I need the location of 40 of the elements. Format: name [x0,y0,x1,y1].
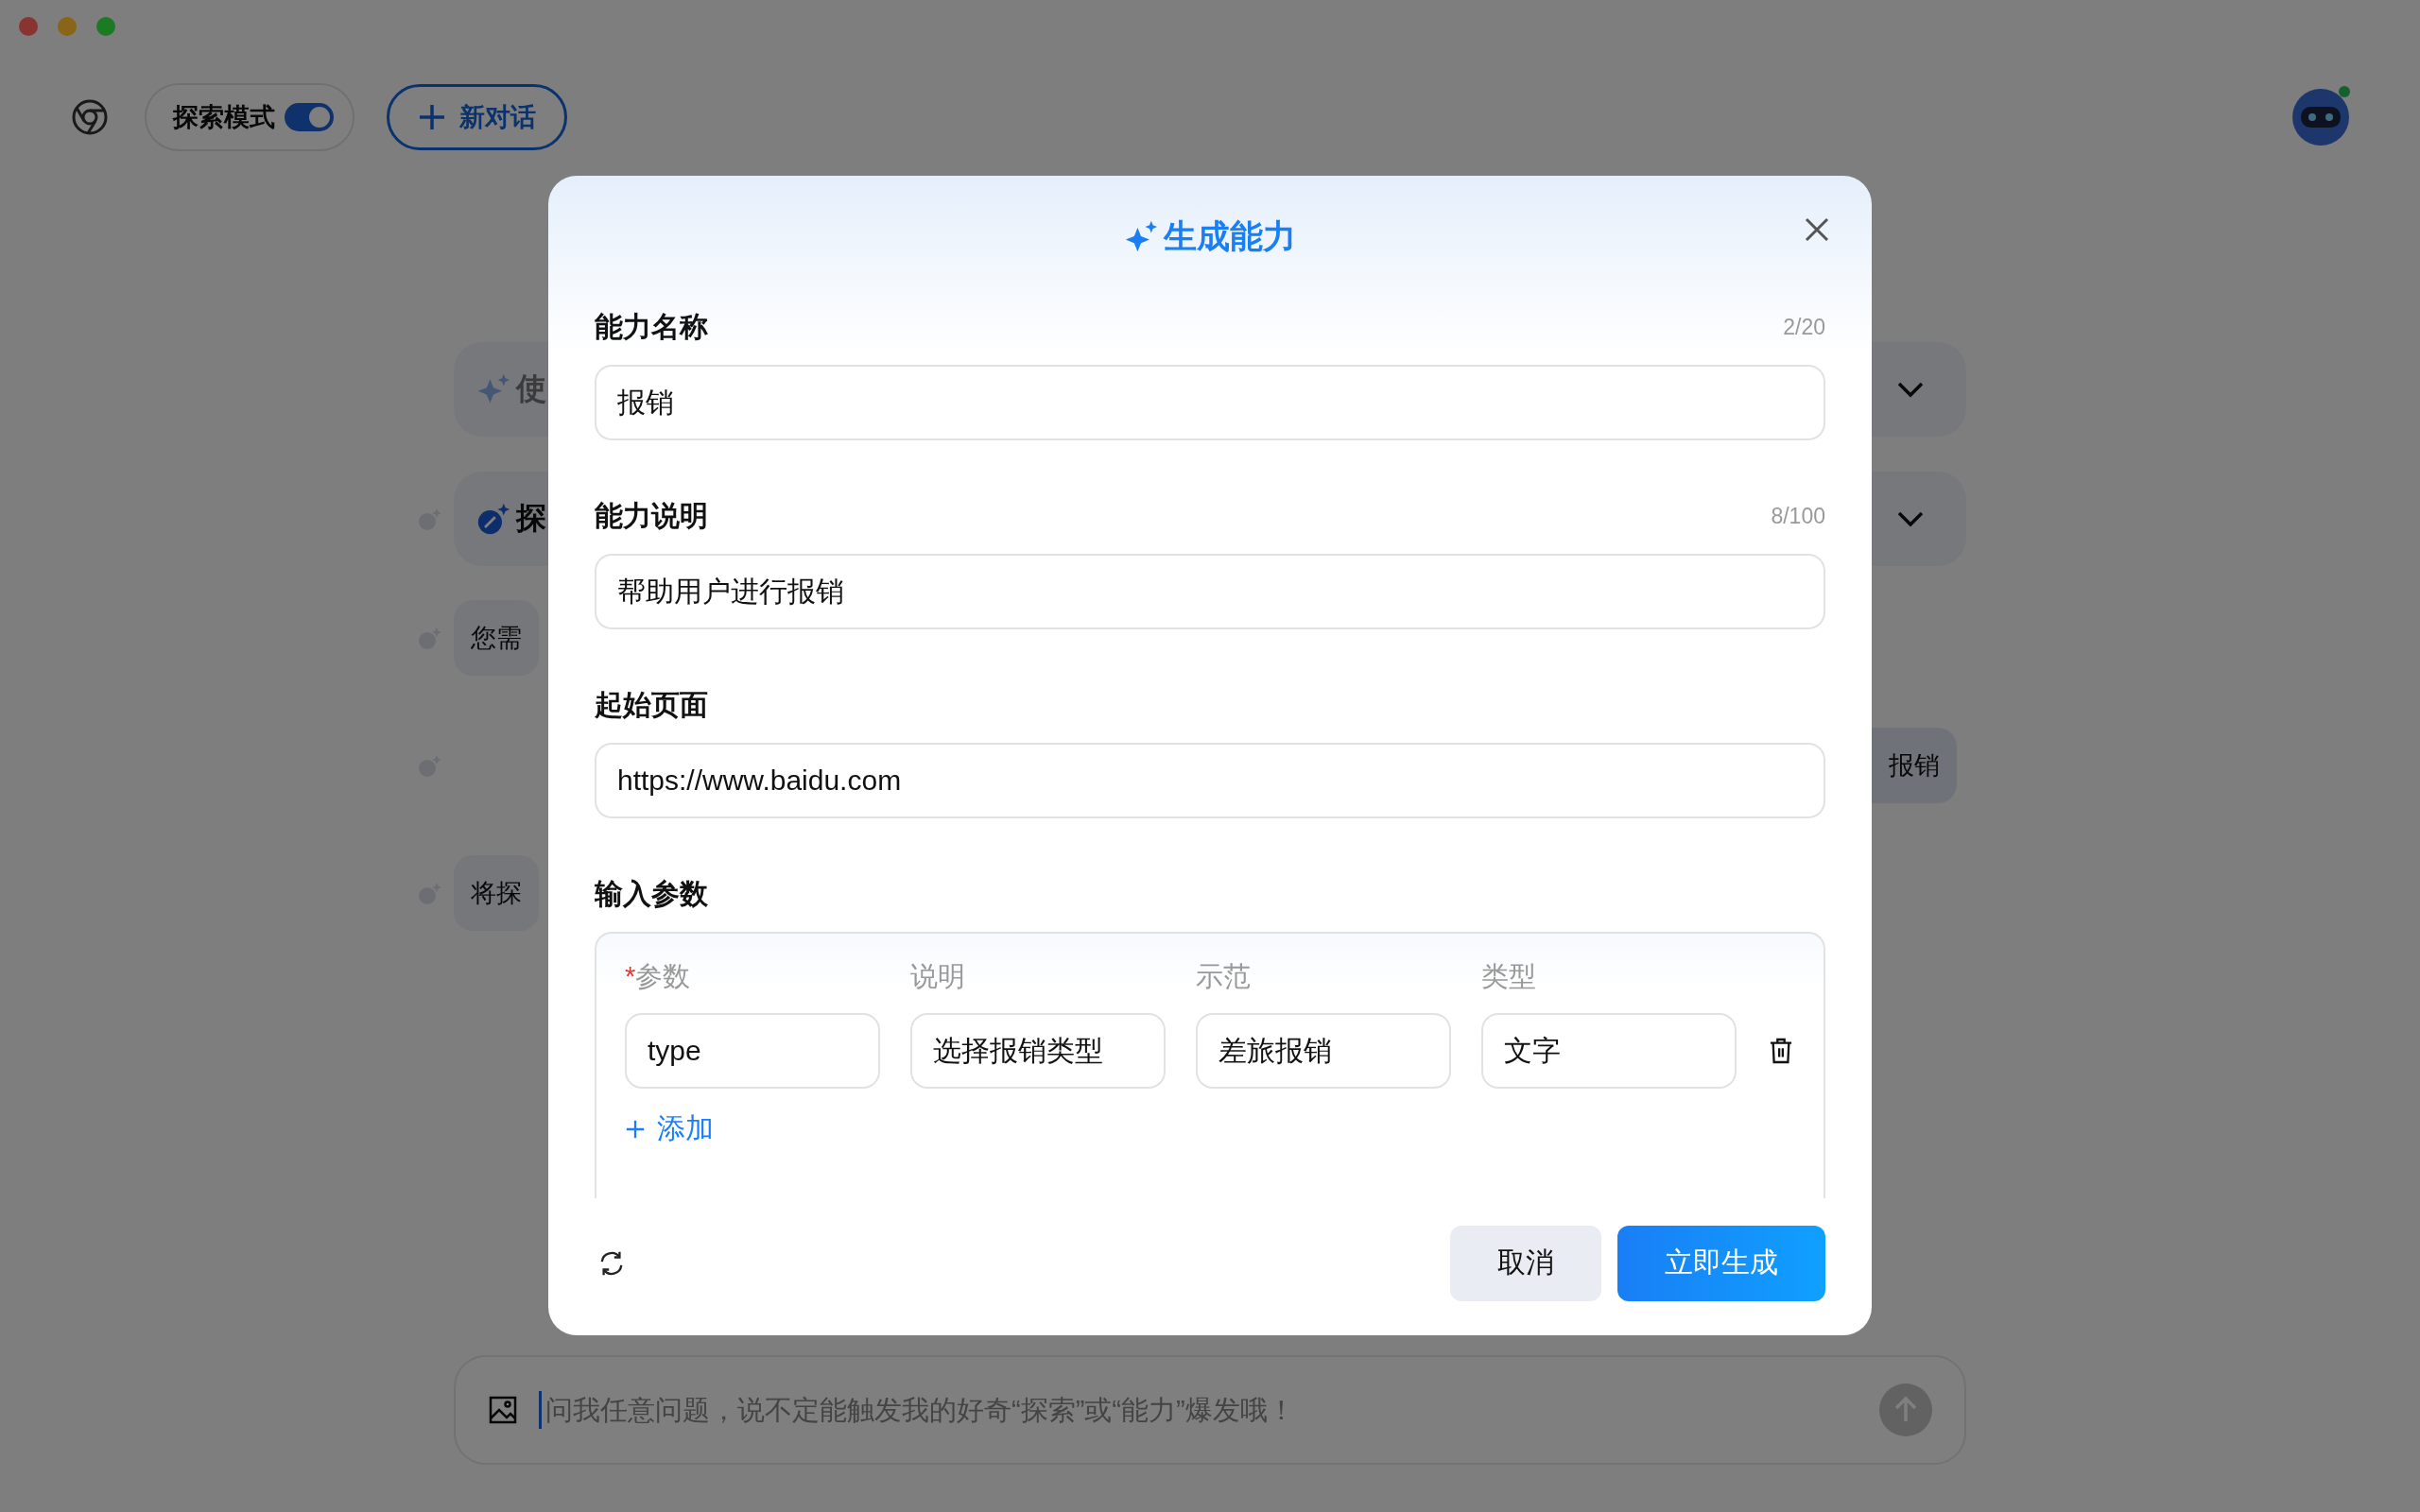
refresh-icon[interactable] [598,1249,625,1277]
explore-mode-label: 探索模式 [173,102,275,133]
add-parameter-button[interactable]: 添加 [625,1109,714,1148]
field-label: 能力名称 [595,309,708,344]
field-label: 起始页面 [595,687,708,722]
browser-icon[interactable] [71,98,109,136]
column-header: 示范 [1196,960,1252,993]
explore-mode-toggle[interactable]: 探索模式 [145,83,354,151]
field-label: 能力说明 [595,498,708,533]
parameter-input-field[interactable]: 差旅报销 [1196,1013,1451,1089]
plus-icon [625,1118,646,1140]
chat-message: 将探 [454,855,539,931]
chat-input-field[interactable]: 问我任意问题，说不定能触发我的好奇“探索”或“能力”爆发哦！ [544,1393,1858,1427]
text-input-field[interactable]: 报销 [595,365,1825,440]
plus-icon [418,103,446,131]
column-header: 类型 [1481,960,1537,993]
cancel-button[interactable]: 取消 [1450,1225,1601,1301]
close-icon[interactable] [1805,217,1829,242]
image-icon[interactable] [488,1395,518,1425]
parameter-input-field[interactable]: 文字 [1481,1013,1737,1089]
card-title: 探 [516,500,546,537]
toggle-switch[interactable] [285,103,334,131]
text-input-field[interactable]: https://www.baidu.com [595,743,1825,818]
parameter-input-field[interactable]: 选择报销类型 [910,1013,1166,1089]
chat-input-bar[interactable]: 问我任意问题，说不定能触发我的好奇“探索”或“能力”爆发哦！ [454,1355,1966,1465]
card-title: 使 [516,370,546,407]
chat-message: 您需 [454,600,539,676]
field-label: 输入参数 [595,876,708,911]
text-input-field[interactable]: 帮助用户进行报销 [595,554,1825,629]
character-count: 8/100 [1771,503,1825,529]
parameter-input-field[interactable]: type [625,1013,880,1089]
trash-icon[interactable] [1770,1038,1792,1064]
chevron-down-icon[interactable] [1896,380,1925,399]
column-header: 说明 [910,960,966,993]
dialog-title: 生成能力 [1124,214,1296,259]
explore-icon [476,502,510,536]
character-count: 2/20 [1783,314,1825,340]
sparkle-icon [1124,219,1158,253]
chevron-down-icon[interactable] [1896,509,1925,528]
column-header: *参数 [625,960,692,993]
